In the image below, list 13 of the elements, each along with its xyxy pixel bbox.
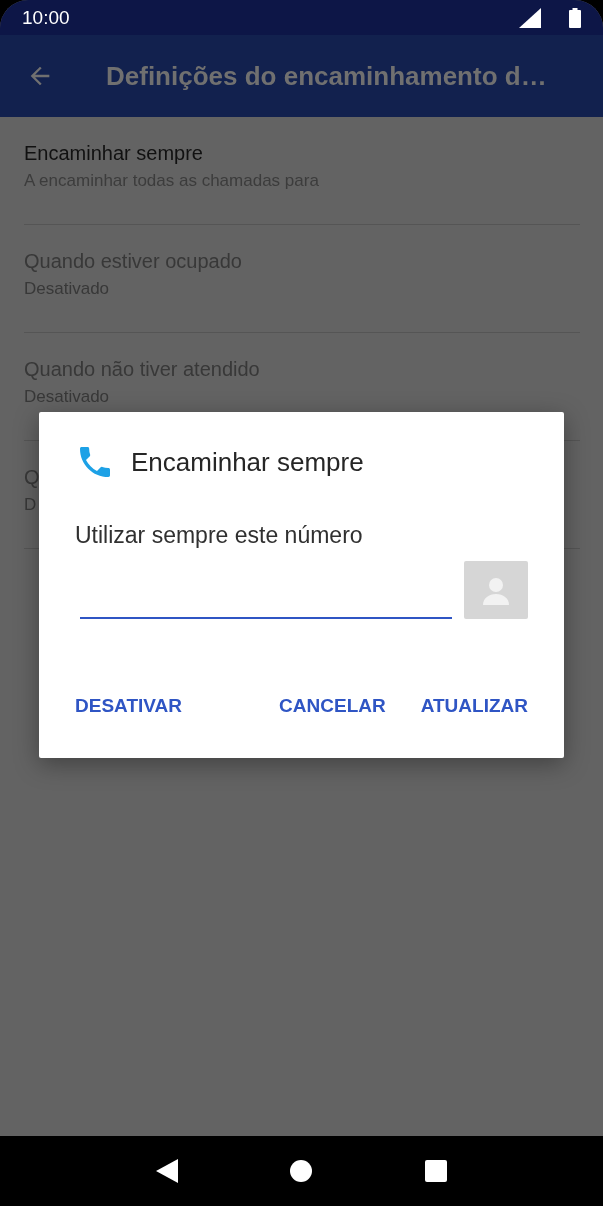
back-nav-icon[interactable] (156, 1159, 179, 1183)
dialog-title: Encaminhar sempre (131, 446, 364, 478)
battery-icon (569, 7, 581, 28)
dialog-button[interactable]: CANCELAR (279, 689, 386, 723)
field-label: Utilizar sempre este número (75, 522, 363, 549)
dialog-button[interactable]: DESATIVAR (75, 689, 182, 723)
status-time: 10:00 (22, 6, 71, 29)
screen-title: Definições do encaminhamento d… (106, 60, 547, 92)
signal-icon (519, 7, 541, 28)
dialog-button[interactable]: ATUALIZAR (420, 689, 528, 723)
setting-title: Encaminhar sempre (24, 142, 203, 165)
recents-icon[interactable] (424, 1160, 447, 1182)
home-icon[interactable] (290, 1160, 313, 1182)
